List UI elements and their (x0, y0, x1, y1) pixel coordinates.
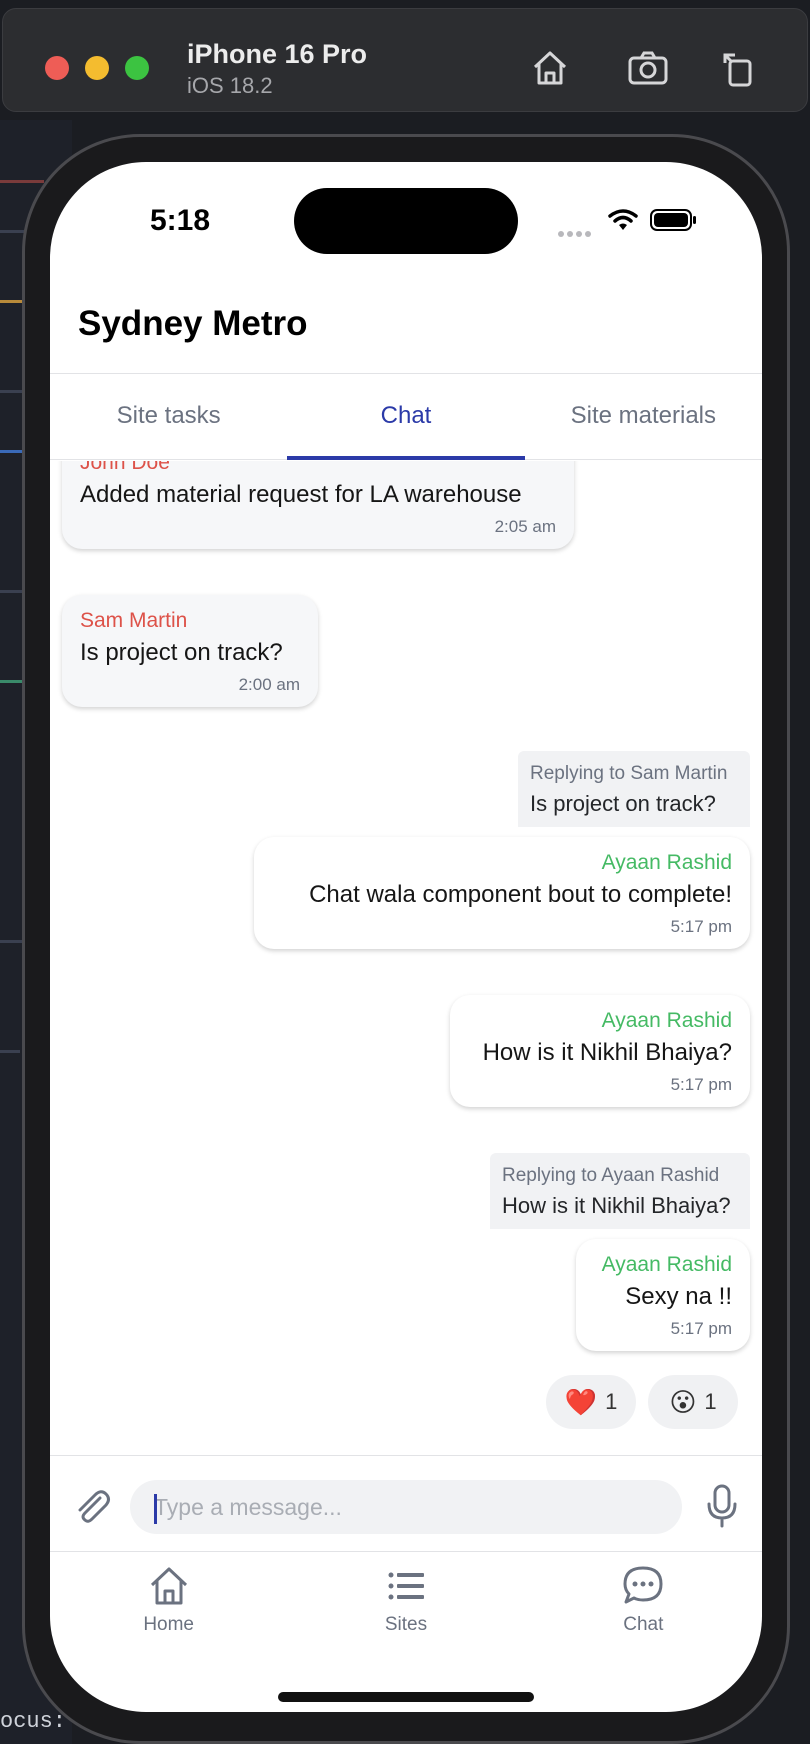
message-input[interactable] (130, 1480, 682, 1534)
message-text: How is it Nikhil Bhaiya? (482, 1039, 732, 1066)
tab-site-materials[interactable]: Site materials (525, 374, 762, 459)
reaction-heart[interactable]: ❤️ 1 (546, 1375, 636, 1429)
message-sender: John Doe (80, 461, 170, 474)
message-bubble-incoming[interactable]: John Doe Added material request for LA w… (62, 461, 574, 549)
message-time: 5:17 pm (670, 1075, 732, 1094)
message-bubble-outgoing[interactable]: Ayaan Rashid Chat wala component bout to… (254, 837, 750, 949)
message-sender: Ayaan Rashid (601, 851, 732, 874)
chat-bubble-icon (623, 1566, 663, 1604)
message-sender: Sam Martin (80, 609, 188, 632)
nav-label: Home (143, 1614, 194, 1635)
home-indicator[interactable] (278, 1692, 534, 1702)
nav-label: Chat (623, 1614, 664, 1635)
paperclip-icon[interactable] (72, 1486, 112, 1526)
list-icon (388, 1572, 424, 1600)
page-title: Sydney Metro (78, 304, 308, 343)
message-time: 5:17 pm (670, 917, 732, 936)
message-text: Sexy na !! (625, 1283, 732, 1310)
message-time: 2:05 am (494, 517, 556, 536)
rotate-icon (723, 53, 752, 87)
dynamic-island (294, 188, 518, 254)
nav-label: Sites (384, 1614, 428, 1635)
text-cursor (154, 1494, 157, 1524)
simulator-home-button[interactable] (527, 45, 573, 91)
reply-text: Is project on track? (530, 791, 716, 816)
tab-bar: Site tasks Chat Site materials (50, 374, 762, 460)
home-icon (150, 1567, 187, 1605)
reply-label: Replying to Sam Martin (530, 763, 728, 784)
message-bubble-outgoing[interactable]: Ayaan Rashid Sexy na !! 5:17 pm (576, 1239, 750, 1351)
message-bubble-outgoing[interactable]: Ayaan Rashid How is it Nikhil Bhaiya? 5:… (450, 995, 750, 1107)
reply-text: How is it Nikhil Bhaiya? (502, 1193, 731, 1218)
bottom-navigation: Home Sites Chat (50, 1551, 762, 1661)
nav-item-sites[interactable]: Sites (287, 1552, 524, 1661)
battery-icon (650, 209, 696, 231)
message-sender: Ayaan Rashid (601, 1009, 732, 1032)
reaction-count: 1 (605, 1389, 618, 1414)
home-icon (533, 51, 567, 85)
message-text: Added material request for LA warehouse (80, 481, 522, 508)
reaction-count: 1 (704, 1389, 717, 1414)
simulator-title-bar: iPhone 16 Pro iOS 18.2 (2, 8, 808, 112)
camera-icon (628, 51, 668, 85)
message-text: Chat wala component bout to complete! (309, 881, 732, 908)
cellular-signal-icon (558, 224, 594, 237)
reply-preview[interactable]: Replying to Sam Martin Is project on tra… (518, 751, 750, 827)
surprised-emoji-icon: 😮 (669, 1386, 697, 1417)
microphone-icon[interactable] (706, 1484, 738, 1528)
message-time: 5:17 pm (670, 1319, 732, 1338)
message-composer (50, 1455, 762, 1551)
reply-preview[interactable]: Replying to Ayaan Rashid How is it Nikhi… (490, 1153, 750, 1229)
message-bubble-incoming[interactable]: Sam Martin Is project on track? 2:00 am (62, 595, 318, 707)
heart-emoji-icon: ❤️ (564, 1386, 598, 1417)
simulator-os-version: iOS 18.2 (187, 73, 273, 98)
simulator-device-name: iPhone 16 Pro (187, 39, 368, 69)
nav-item-chat[interactable]: Chat (525, 1552, 762, 1661)
nav-item-home[interactable]: Home (50, 1552, 287, 1661)
message-sender: Ayaan Rashid (601, 1253, 732, 1276)
window-close-button[interactable] (45, 56, 69, 80)
wifi-icon (608, 209, 638, 230)
reply-label: Replying to Ayaan Rashid (502, 1165, 720, 1186)
window-zoom-button[interactable] (125, 56, 149, 80)
window-minimize-button[interactable] (85, 56, 109, 80)
phone-screen: 5:18 Sydney Metro Site tasks Chat Site m… (50, 162, 762, 1712)
message-time: 2:00 am (238, 675, 300, 694)
simulator-screenshot-button[interactable] (625, 45, 671, 91)
tab-chat[interactable]: Chat (287, 374, 525, 460)
tab-site-tasks[interactable]: Site tasks (50, 374, 287, 459)
reaction-surprised[interactable]: 😮 1 (648, 1375, 738, 1429)
status-time: 5:18 (150, 204, 211, 237)
simulator-rotate-button[interactable] (715, 45, 761, 91)
chat-message-list[interactable]: John Doe Added material request for LA w… (50, 461, 762, 1455)
message-text: Is project on track? (80, 639, 283, 666)
